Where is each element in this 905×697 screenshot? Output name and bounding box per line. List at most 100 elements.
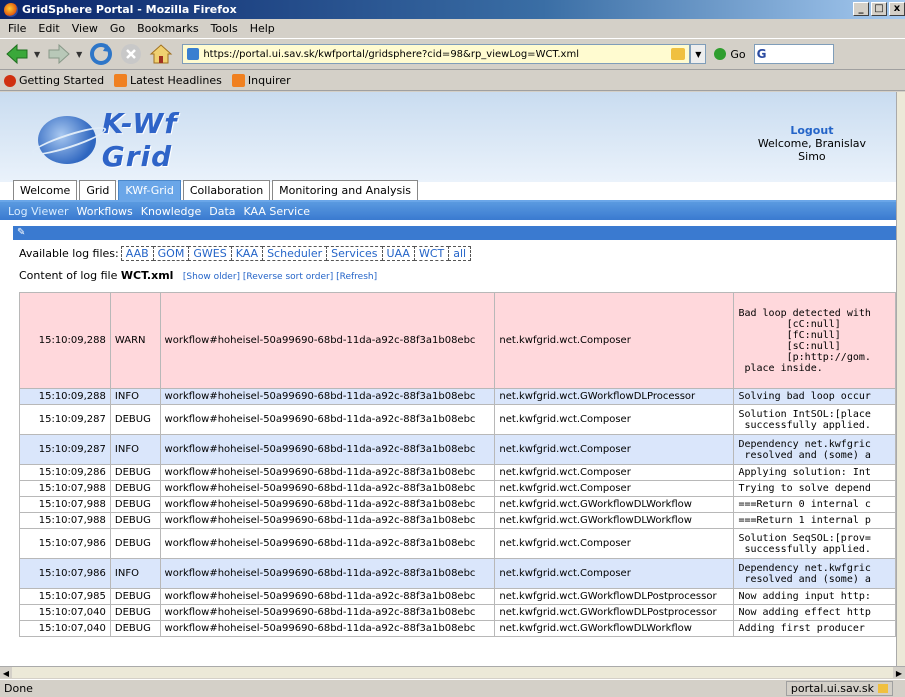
log-level: DEBUG — [109, 588, 161, 605]
close-button[interactable]: x — [889, 2, 905, 16]
content-label: Content of log file — [19, 269, 118, 282]
status-host-text: portal.ui.sav.sk — [790, 682, 874, 695]
log-level: DEBUG — [109, 620, 161, 637]
log-workflow: workflow#hoheisel-50a99690-68bd-11da-a92… — [159, 464, 496, 481]
log-workflow: workflow#hoheisel-50a99690-68bd-11da-a92… — [159, 558, 496, 589]
log-row: 15:10:09,288 WARN workflow#hoheisel-50a996… — [19, 292, 896, 389]
tab-grid[interactable]: Grid — [79, 180, 117, 200]
log-workflow: workflow#hoheisel-50a99690-68bd-11da-a92… — [159, 480, 496, 497]
bookmark-label: Inquirer — [247, 74, 291, 87]
bookmarks-toolbar: Getting Started Latest Headlines Inquire… — [0, 71, 905, 91]
log-time: 15:10:07,040 — [19, 620, 111, 637]
window-controls: _ □ x — [853, 2, 905, 16]
log-file-wct[interactable]: WCT — [413, 246, 450, 261]
log-class: net.kwfgrid.wct.GWorkflowDLWorkflow — [494, 512, 735, 529]
back-button[interactable] — [4, 41, 30, 67]
back-dropdown-icon[interactable]: ▼ — [34, 50, 40, 59]
log-time: 15:10:07,040 — [19, 604, 111, 621]
stop-button[interactable] — [118, 41, 144, 67]
subtab-workflows[interactable]: Workflows — [77, 205, 133, 218]
address-dropdown-icon[interactable]: ▼ — [690, 44, 707, 64]
log-file-kaa[interactable]: KAA — [230, 246, 264, 261]
log-message: ===Return 1 internal p — [733, 512, 896, 529]
log-file-all[interactable]: all — [448, 246, 472, 261]
log-message: Trying to solve depend — [733, 480, 896, 497]
log-message: Applying solution: Int — [733, 464, 896, 481]
log-workflow: workflow#hoheisel-50a99690-68bd-11da-a92… — [159, 528, 496, 559]
log-level: DEBUG — [109, 480, 161, 497]
scroll-left-icon[interactable]: ◀ — [0, 667, 12, 679]
tab-welcome[interactable]: Welcome — [13, 180, 78, 200]
log-row: 15:10:07,040 DEBUG workflow#hoheisel-50a99… — [19, 620, 896, 637]
log-message: Now adding input http: — [733, 588, 896, 605]
status-host: portal.ui.sav.sk — [785, 681, 893, 696]
log-time: 15:10:07,988 — [19, 480, 111, 497]
log-row: 15:10:07,988 DEBUG workflow#hoheisel-50a99… — [19, 480, 896, 497]
maximize-button[interactable]: □ — [871, 2, 887, 16]
forward-button[interactable] — [46, 41, 72, 67]
forward-arrow-icon — [48, 43, 70, 65]
tab-collaboration[interactable]: Collaboration — [182, 180, 271, 200]
log-file-gom[interactable]: GOM — [152, 246, 190, 261]
horizontal-scrollbar[interactable]: ◀ ▶ — [0, 666, 905, 679]
bookmark-getting-started[interactable]: Getting Started — [4, 74, 104, 87]
log-level: DEBUG — [109, 604, 161, 621]
bookmark-inquirer[interactable]: Inquirer — [231, 74, 291, 87]
log-message: Now adding effect http — [733, 604, 896, 621]
menu-edit[interactable]: Edit — [32, 22, 65, 35]
minimize-button[interactable]: _ — [853, 2, 869, 16]
vertical-scrollbar[interactable] — [896, 92, 905, 666]
log-time: 15:10:09,286 — [19, 464, 111, 481]
log-level: WARN — [109, 292, 161, 389]
menu-help[interactable]: Help — [244, 22, 281, 35]
log-file-services[interactable]: Services — [326, 246, 383, 261]
forward-dropdown-icon[interactable]: ▼ — [76, 50, 82, 59]
edit-pencil-icon[interactable]: ✎ — [17, 227, 25, 238]
page-viewport: K-Wf Grid Logout Welcome, Branislav Simo… — [0, 92, 896, 666]
log-row: 15:10:09,288 INFO workflow#hoheisel-50a996… — [19, 388, 896, 405]
menu-bookmarks[interactable]: Bookmarks — [131, 22, 204, 35]
log-file-gwes[interactable]: GWES — [188, 246, 232, 261]
log-level: DEBUG — [109, 404, 161, 435]
available-log-files-label: Available log files: — [19, 247, 119, 260]
tab-kwf-grid[interactable]: KWf-Grid — [118, 180, 181, 200]
scroll-right-icon[interactable]: ▶ — [893, 667, 905, 679]
menu-tools[interactable]: Tools — [205, 22, 244, 35]
bookmark-latest-headlines[interactable]: Latest Headlines — [114, 74, 222, 87]
subtab-knowledge[interactable]: Knowledge — [141, 205, 201, 218]
window-title: GridSphere Portal - Mozilla Firefox — [22, 3, 237, 16]
rss-icon — [114, 74, 128, 87]
subtab-kaa-service[interactable]: KAA Service — [244, 205, 311, 218]
rss-icon — [231, 74, 245, 87]
menu-view[interactable]: View — [66, 22, 104, 35]
log-time: 15:10:09,288 — [19, 388, 111, 405]
bookmark-label: Getting Started — [19, 74, 105, 87]
reload-button[interactable] — [88, 41, 114, 67]
log-file-uaa[interactable]: UAA — [381, 246, 415, 261]
log-file-aab[interactable]: AAB — [120, 246, 154, 261]
log-actions-links[interactable]: [Show older] [Reverse sort order] [Refre… — [183, 272, 377, 282]
log-row: 15:10:09,287 DEBUG workflow#hoheisel-50a99… — [19, 404, 896, 435]
log-workflow: workflow#hoheisel-50a99690-68bd-11da-a92… — [159, 434, 496, 465]
portlet-title-bar: ✎ — [13, 226, 896, 240]
search-input[interactable]: G — [753, 44, 834, 64]
subtab-data[interactable]: Data — [209, 205, 235, 218]
log-file-scheduler[interactable]: Scheduler — [262, 246, 328, 261]
bookmark-label: Latest Headlines — [130, 74, 222, 87]
logout-link[interactable]: Logout — [758, 124, 866, 137]
menu-go[interactable]: Go — [104, 22, 131, 35]
log-row: 15:10:07,985 DEBUG workflow#hoheisel-50a99… — [19, 588, 896, 605]
subtab-log-viewer[interactable]: Log Viewer — [8, 205, 69, 218]
menu-file[interactable]: File — [2, 22, 32, 35]
log-class: net.kwfgrid.wct.GWorkflowDLWorkflow — [494, 496, 735, 513]
log-class: net.kwfgrid.wct.Composer — [494, 434, 735, 465]
log-row: 15:10:07,988 DEBUG workflow#hoheisel-50a99… — [19, 496, 896, 513]
home-button[interactable] — [148, 41, 174, 67]
log-message: ===Return 0 internal c — [733, 496, 896, 513]
firefox-small-icon — [4, 74, 16, 87]
log-class: net.kwfgrid.wct.GWorkflowDLWorkflow — [494, 620, 735, 637]
go-button[interactable]: Go — [714, 48, 746, 61]
address-bar[interactable]: https://portal.ui.sav.sk/kwfportal/grids… — [182, 44, 691, 64]
portal-header: K-Wf Grid Logout Welcome, Branislav Simo — [0, 92, 896, 182]
tab-monitoring[interactable]: Monitoring and Analysis — [272, 180, 419, 200]
